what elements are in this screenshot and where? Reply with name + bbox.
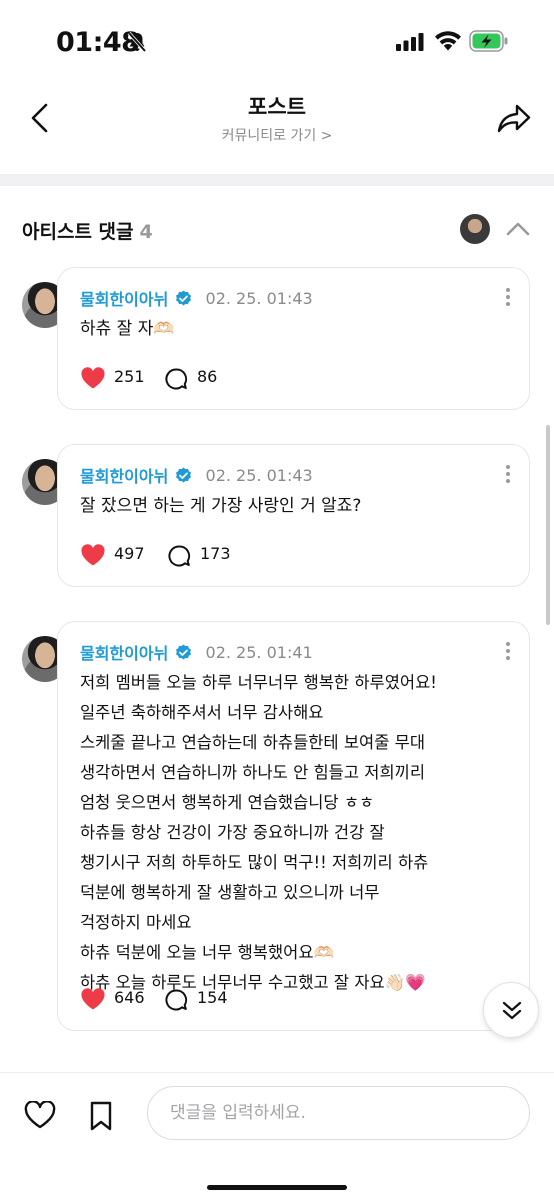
like-count: 251	[114, 367, 145, 386]
comment-text: 저희 멤버들 오늘 하루 너무너무 행복한 하루였어요! 일주년 축하해주셔서 …	[80, 673, 437, 992]
wifi-icon	[435, 31, 461, 51]
reply-icon[interactable]	[164, 367, 188, 391]
comment-author[interactable]: 물회한이아뉘	[80, 644, 168, 663]
double-chevron-down-icon	[502, 1001, 522, 1020]
artist-comments-header: 아티스트 댓글 4	[22, 212, 532, 252]
verified-icon	[176, 290, 192, 305]
verified-icon	[176, 644, 192, 659]
reply-count: 173	[200, 544, 231, 563]
like-count: 646	[114, 988, 145, 1007]
comment-author[interactable]: 물회한이아뉘	[80, 467, 168, 486]
comment-item: 물회한이아뉘 02. 25. 01:43 잘 잤으면 하는 게 가장 사랑인 거…	[22, 444, 534, 587]
community-link[interactable]: 커뮤니티로 가기 >	[0, 125, 554, 145]
bookmark-icon[interactable]	[89, 1101, 113, 1131]
reply-count: 86	[197, 367, 218, 386]
verified-icon	[176, 467, 192, 482]
comment-date: 02. 25. 01:43	[205, 288, 313, 308]
comment-date: 02. 25. 01:41	[205, 642, 313, 662]
comment-item: 물회한이아뉘 02. 25. 01:41 저희 멤버들 오늘 하루 너무너무 행…	[22, 621, 534, 1031]
page-title: 포스트	[248, 95, 306, 119]
bottom-bar	[0, 1072, 554, 1200]
section-title: 아티스트 댓글	[22, 221, 134, 243]
bell-slash-icon	[127, 31, 147, 53]
comment-count: 4	[139, 221, 153, 243]
comment-card: 물회한이아뉘 02. 25. 01:43 하츄 잘 자🫶🏻 251 86	[57, 267, 530, 410]
more-vertical-icon[interactable]	[503, 640, 513, 662]
reply-icon[interactable]	[167, 544, 191, 568]
section-divider	[0, 174, 554, 186]
like-count: 497	[114, 544, 145, 563]
reply-count: 154	[197, 988, 228, 1007]
comment-input[interactable]	[147, 1086, 530, 1140]
heart-filled-icon[interactable]	[80, 366, 106, 390]
comment-text: 하츄 잘 자🫶🏻	[80, 319, 175, 339]
comment-text: 잘 잤으면 하는 게 가장 사랑인 거 알죠?	[80, 496, 362, 516]
share-icon[interactable]	[496, 102, 532, 134]
scroll-to-bottom-button[interactable]	[483, 982, 539, 1038]
heart-outline-icon[interactable]	[24, 1101, 56, 1129]
header: 포스트 커뮤니티로 가기 >	[0, 84, 554, 174]
comment-date: 02. 25. 01:43	[205, 465, 313, 485]
status-bar: 01:48	[0, 0, 554, 84]
chevron-up-icon[interactable]	[505, 220, 531, 238]
comment-author[interactable]: 물회한이아뉘	[80, 290, 168, 309]
reply-icon[interactable]	[164, 988, 188, 1012]
more-vertical-icon[interactable]	[503, 463, 513, 485]
avatar[interactable]	[460, 214, 490, 244]
home-indicator	[207, 1185, 347, 1190]
comment-item: 물회한이아뉘 02. 25. 01:43 하츄 잘 자🫶🏻 251 86	[22, 267, 534, 410]
scrollbar[interactable]	[546, 425, 550, 625]
battery-icon	[469, 30, 508, 52]
more-vertical-icon[interactable]	[503, 286, 513, 308]
comment-card: 물회한이아뉘 02. 25. 01:43 잘 잤으면 하는 게 가장 사랑인 거…	[57, 444, 530, 587]
comment-card: 물회한이아뉘 02. 25. 01:41 저희 멤버들 오늘 하루 너무너무 행…	[57, 621, 530, 1031]
heart-filled-icon[interactable]	[80, 987, 106, 1011]
heart-filled-icon[interactable]	[80, 543, 106, 567]
signal-icon	[396, 33, 424, 51]
